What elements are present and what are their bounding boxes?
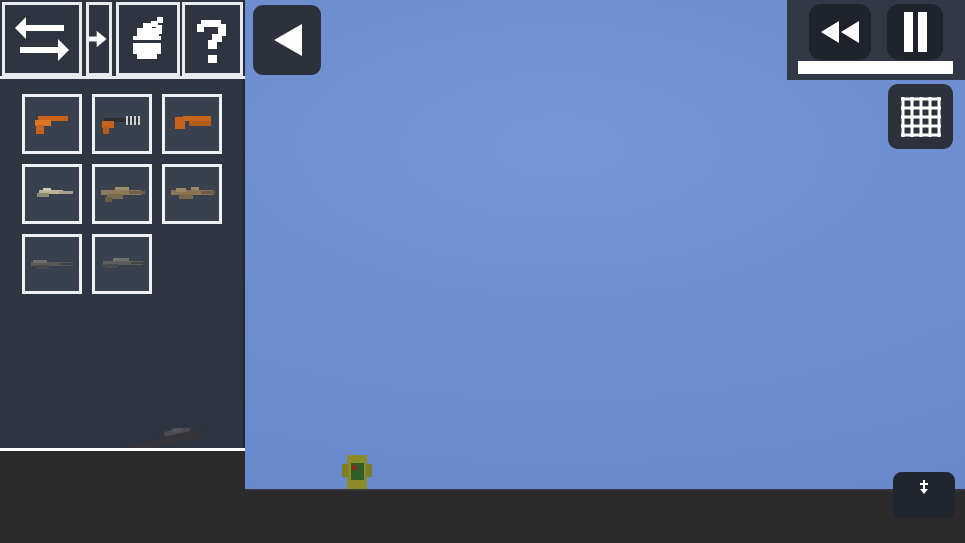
pistol-icon (35, 116, 68, 134)
question-mark-icon (196, 20, 226, 63)
grid-toggle-button[interactable] (888, 84, 953, 149)
rewind-button[interactable] (809, 4, 871, 60)
anchor-button[interactable] (893, 472, 955, 518)
next-button[interactable] (86, 2, 112, 76)
weapon-slot-pistol[interactable] (22, 94, 82, 154)
grenade-icon (133, 17, 163, 59)
rewind-icon (821, 21, 859, 43)
pause-icon (904, 12, 927, 52)
sniper-rifle-icon (31, 260, 74, 269)
pause-button[interactable] (887, 4, 943, 60)
sidebar-bottom-panel: Clear everything Clear living (0, 451, 245, 543)
submachine-gun-icon (37, 188, 73, 197)
grid-icon (900, 96, 941, 137)
weapon-slot-assault-rifle[interactable] (92, 164, 152, 224)
assault-rifle-icon (101, 187, 145, 202)
weapon-slot-sawed-off-shotgun[interactable] (162, 94, 222, 154)
swap-button[interactable] (2, 2, 82, 76)
triangle-left-icon (274, 24, 302, 56)
entity-arm-left (342, 464, 348, 477)
sidebar-toolbar (0, 0, 245, 79)
timeline-scrubber[interactable] (798, 61, 953, 74)
spawned-entity[interactable] (341, 455, 373, 489)
weapon-slot-smg[interactable] (92, 94, 152, 154)
grenade-button[interactable] (116, 2, 180, 76)
entity-arm-right (366, 464, 372, 477)
help-button[interactable] (182, 2, 243, 76)
sawed-off-shotgun-icon (175, 116, 211, 129)
weapon-sidebar: Clear everything Clear living (0, 0, 245, 543)
weapon-grid (22, 94, 222, 294)
anchor-icon (920, 480, 928, 494)
marksman-rifle-icon (103, 258, 144, 268)
toolbar-divider (0, 76, 245, 79)
weapon-slot-submachine-gun[interactable] (22, 164, 82, 224)
weapon-slot-marksman-rifle[interactable] (92, 234, 152, 294)
weapon-slot-battle-rifle[interactable] (162, 164, 222, 224)
playback-controls (787, 0, 965, 80)
weapon-slot-sniper-rifle[interactable] (22, 234, 82, 294)
smg-icon (102, 116, 140, 134)
swap-arrows-icon (15, 17, 69, 61)
entity-marker (352, 465, 357, 470)
battle-rifle-icon (171, 187, 215, 199)
arrow-right-icon (89, 30, 107, 48)
game-screen: Clear everything Clear living (0, 0, 965, 543)
back-button[interactable] (253, 5, 321, 75)
